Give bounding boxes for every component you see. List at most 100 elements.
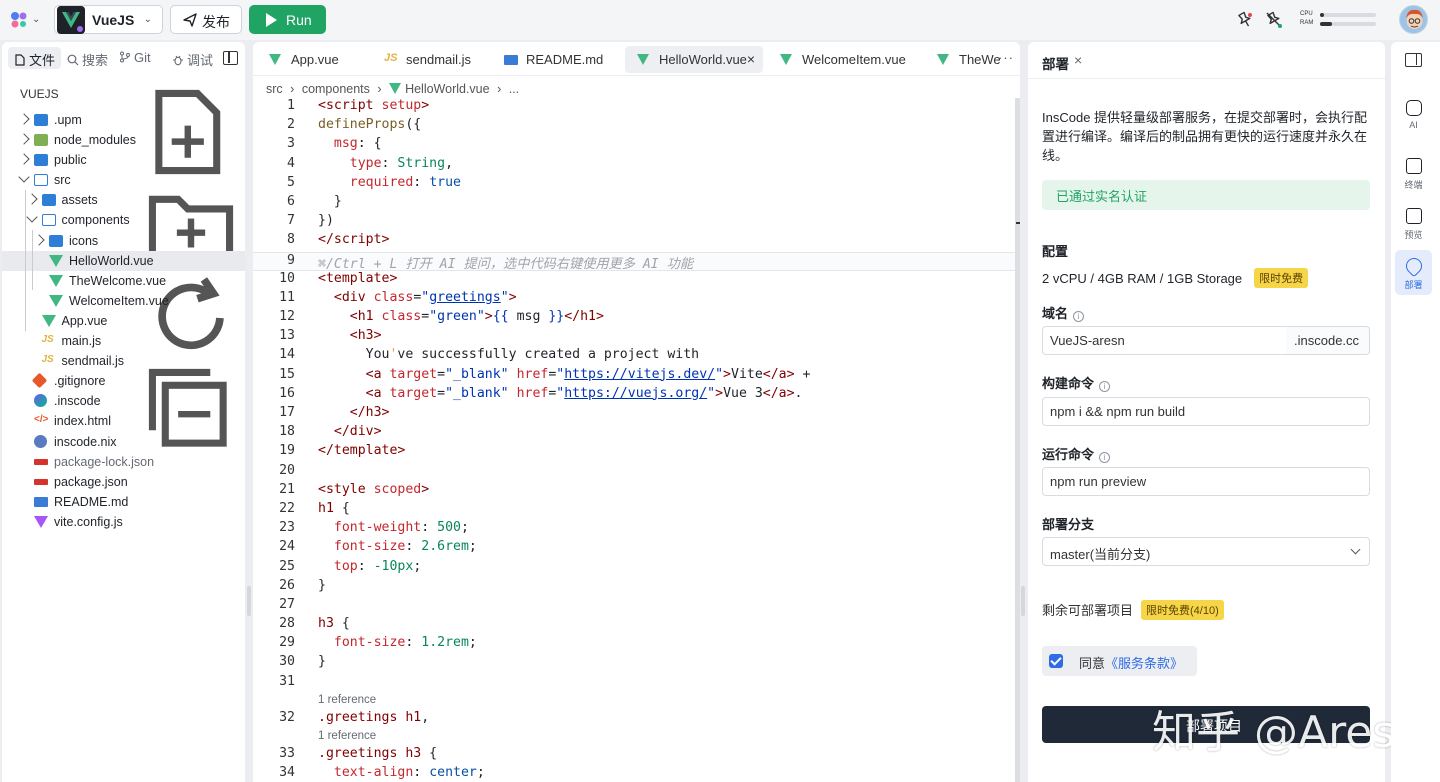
editor-tab[interactable]: README.md xyxy=(492,46,620,73)
code-line[interactable]: 12 <h1 class="green">{{ msg }}</h1> xyxy=(253,309,1020,328)
editor-scrollbar[interactable] xyxy=(1015,98,1020,782)
sidebar-resize-handle[interactable] xyxy=(247,586,251,616)
code-lens[interactable]: 1 reference xyxy=(253,729,1020,746)
code-area[interactable]: 1 <script setup> 2 defineProps({3 msg: {4 t… xyxy=(253,98,1020,782)
chevron-right-icon[interactable] xyxy=(18,133,30,145)
code-line[interactable]: 5 required: true xyxy=(253,175,1020,194)
code-line[interactable]: 20 xyxy=(253,463,1020,482)
code-lens[interactable]: 1 reference xyxy=(253,693,1020,710)
tree-item[interactable]: .gitignore xyxy=(2,371,245,391)
terms-link[interactable]: 《服务条款》 xyxy=(1105,656,1183,671)
rail-item[interactable]: 部署 xyxy=(1395,250,1432,295)
code-line[interactable]: 18 </div> xyxy=(253,424,1020,443)
tree-item[interactable]: HelloWorld.vue xyxy=(2,250,245,271)
code-line[interactable]: 3 msg: { xyxy=(253,136,1020,155)
editor-tab[interactable]: WelcomeItem.vue xyxy=(768,46,918,73)
tree-item[interactable]: JS sendmail.js xyxy=(2,351,245,371)
editor-tab[interactable]: App.vue xyxy=(257,46,367,73)
chevron-right-icon[interactable] xyxy=(18,153,30,165)
code-line[interactable]: 8 </script> xyxy=(253,232,1020,251)
editor-tab[interactable]: TheWe xyxy=(925,46,1005,73)
code-line[interactable]: 27 xyxy=(253,597,1020,616)
chevron-right-icon[interactable] xyxy=(25,193,38,206)
code-line[interactable]: 22 h1 { xyxy=(253,501,1020,520)
reference-count[interactable]: 1 reference xyxy=(318,694,376,706)
breadcrumb-item[interactable]: ... xyxy=(509,82,519,96)
tree-item[interactable]: TheWelcome.vue xyxy=(2,271,245,291)
terms-agreement[interactable]: 同意《服务条款》 xyxy=(1042,646,1197,676)
tab-debug[interactable]: 调试 xyxy=(166,47,219,69)
code-line[interactable]: 1 <script setup> xyxy=(253,98,1020,117)
breadcrumb-item[interactable]: components xyxy=(302,82,370,96)
code-line[interactable]: 25 top: -10px; xyxy=(253,559,1020,578)
rail-item[interactable]: 终端 xyxy=(1395,150,1432,195)
code-line[interactable]: 29 font-size: 1.2rem; xyxy=(253,635,1020,654)
branch-select[interactable]: master(当前分支) xyxy=(1042,537,1370,566)
info-icon[interactable]: i xyxy=(1099,381,1111,392)
domain-input[interactable]: VueJS-aresn xyxy=(1042,326,1287,355)
more-tabs-icon[interactable]: ··· xyxy=(998,50,1014,65)
tree-item[interactable]: node_modules xyxy=(2,130,245,150)
code-line[interactable]: 4 type: String, xyxy=(253,156,1020,175)
code-line[interactable]: 9 ⌘/Ctrl + L 打开 AI 提问，选中代码右键使用更多 AI 功能 xyxy=(253,251,1020,272)
code-line[interactable]: 7}) xyxy=(253,213,1020,232)
code-line[interactable]: 11 <div class="greetings"> xyxy=(253,290,1020,309)
breadcrumb-item[interactable]: src xyxy=(266,82,283,96)
avatar[interactable] xyxy=(1399,5,1428,34)
code-line[interactable]: 26} xyxy=(253,578,1020,597)
info-icon[interactable]: i xyxy=(1099,452,1111,463)
publish-button[interactable]: 发布 xyxy=(170,5,242,34)
code-line[interactable]: 24 font-size: 2.6rem; xyxy=(253,539,1020,558)
pin-icon[interactable] xyxy=(1236,11,1254,29)
close-tab-icon[interactable]: × xyxy=(747,51,755,67)
chevron-down-icon[interactable] xyxy=(18,171,30,183)
tree-item[interactable]: src xyxy=(2,170,245,190)
build-command-input[interactable]: npm i && npm run build xyxy=(1042,397,1370,426)
code-line[interactable]: 16 <a target="_blank" href="https://vuej… xyxy=(253,386,1020,405)
inscode-logo-icon[interactable] xyxy=(10,11,28,29)
tree-item[interactable]: package.json xyxy=(2,472,245,492)
tab-search[interactable]: 搜索 xyxy=(61,47,114,69)
code-line[interactable]: 13 <h3> xyxy=(253,328,1020,347)
code-line[interactable]: 14 You've successfully created a project… xyxy=(253,347,1020,366)
rail-item[interactable]: 预览 xyxy=(1395,200,1432,245)
tree-item[interactable]: JS main.js xyxy=(2,331,245,351)
code-line[interactable]: 33 .greetings h3 { xyxy=(253,746,1020,765)
project-switcher-button[interactable]: VueJS ⌄ xyxy=(54,5,163,34)
tree-item[interactable]: vite.config.js xyxy=(2,512,245,532)
tree-item[interactable]: </> index.html xyxy=(2,411,245,431)
breadcrumb-item[interactable]: HelloWorld.vue xyxy=(405,82,490,96)
run-command-input[interactable]: npm run preview xyxy=(1042,467,1370,496)
chevron-right-icon[interactable] xyxy=(33,233,45,246)
chevron-down-icon[interactable]: ⌄ xyxy=(32,14,40,25)
tree-item[interactable]: README.md xyxy=(2,492,245,512)
reference-count[interactable]: 1 reference xyxy=(318,730,376,742)
info-icon[interactable]: i xyxy=(1073,311,1085,322)
editor-tab[interactable]: HelloWorld.vue × xyxy=(625,46,763,73)
tree-item[interactable]: .inscode xyxy=(2,391,245,411)
tree-item[interactable]: assets xyxy=(2,190,245,210)
run-button[interactable]: Run xyxy=(249,5,326,34)
code-line[interactable]: 28 h3 { xyxy=(253,616,1020,635)
tree-item[interactable]: components xyxy=(2,210,245,230)
code-line[interactable]: 15 <a target="_blank" href="https://vite… xyxy=(253,367,1020,386)
tree-item[interactable]: public xyxy=(2,150,245,170)
rail-item[interactable]: AI xyxy=(1395,92,1432,137)
toggle-panel-icon[interactable] xyxy=(1405,53,1422,67)
code-line[interactable]: 2 defineProps({ xyxy=(253,117,1020,136)
code-line[interactable]: 10 <template> xyxy=(253,271,1020,290)
tree-item[interactable]: icons xyxy=(2,231,245,251)
code-line[interactable]: 31 xyxy=(253,674,1020,693)
code-line[interactable]: 17 </h3> xyxy=(253,405,1020,424)
close-icon[interactable]: × xyxy=(1074,52,1082,68)
tab-files[interactable]: 文件 xyxy=(8,47,62,69)
code-line[interactable]: 21 <style scoped> xyxy=(253,482,1020,501)
code-line[interactable]: 19 </template> xyxy=(253,443,1020,462)
terms-checkbox[interactable] xyxy=(1049,654,1063,668)
code-line[interactable]: 6 } xyxy=(253,194,1020,213)
code-line[interactable]: 23 font-weight: 500; xyxy=(253,520,1020,539)
toggle-sidebar-icon[interactable] xyxy=(223,51,238,65)
tree-item[interactable]: inscode.nix xyxy=(2,432,245,452)
tree-item[interactable]: .upm xyxy=(2,110,245,130)
chevron-right-icon[interactable] xyxy=(18,113,30,125)
